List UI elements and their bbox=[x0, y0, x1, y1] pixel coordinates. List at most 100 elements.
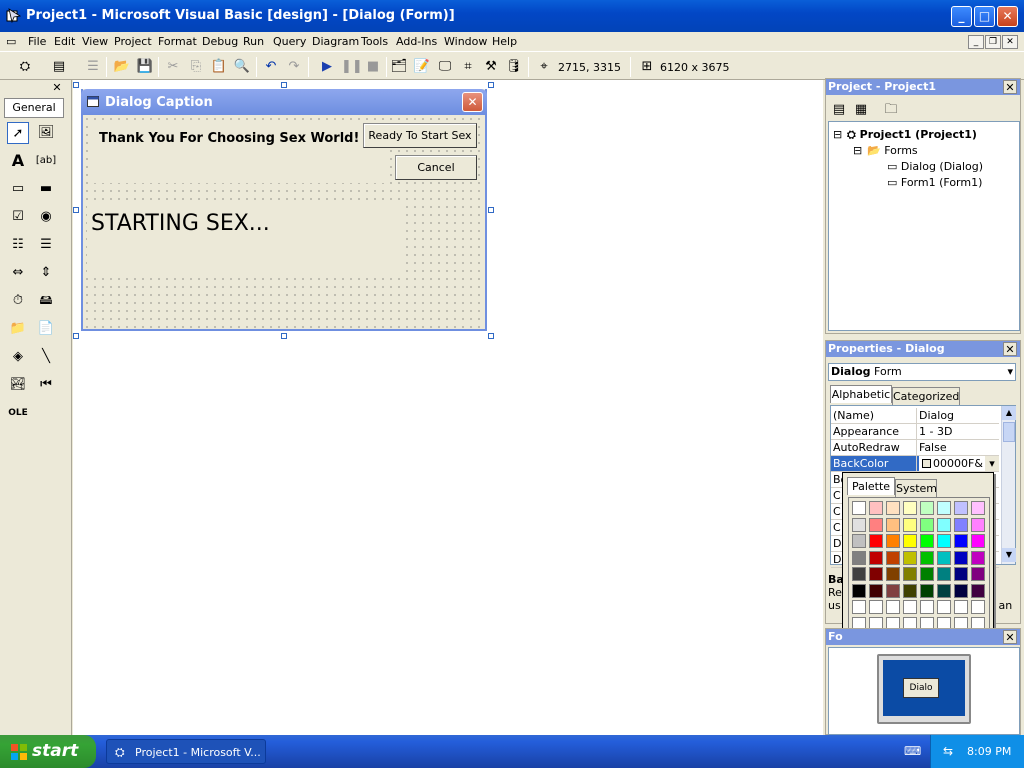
add-form-icon[interactable]: ▤ bbox=[50, 58, 68, 76]
color-swatch[interactable] bbox=[903, 550, 917, 565]
network-icon[interactable]: ⇆ bbox=[943, 744, 953, 758]
color-swatch[interactable] bbox=[971, 517, 985, 532]
scroll-thumb[interactable] bbox=[1003, 422, 1015, 442]
color-swatch[interactable] bbox=[954, 517, 968, 532]
menu-addins[interactable]: Add-Ins bbox=[396, 35, 437, 48]
close-button[interactable]: ✕ bbox=[997, 6, 1018, 27]
view-object-icon[interactable]: ▦ bbox=[852, 101, 870, 119]
dirlistbox-tool-icon[interactable]: 📁 bbox=[7, 318, 29, 340]
shape-tool-icon[interactable]: ◈ bbox=[7, 346, 29, 368]
color-swatch[interactable] bbox=[869, 501, 883, 515]
properties-scrollbar[interactable]: ▲ ▼ bbox=[1001, 406, 1016, 564]
color-swatch[interactable] bbox=[903, 567, 917, 581]
label-starting-container[interactable]: STARTING SEX... bbox=[87, 201, 405, 277]
color-swatch[interactable] bbox=[971, 534, 985, 548]
listbox-tool-icon[interactable]: ☰ bbox=[35, 234, 57, 256]
label-thanks-container[interactable]: Thank You For Choosing Sex World! bbox=[89, 125, 389, 183]
paste-icon[interactable]: 📋 bbox=[210, 58, 228, 76]
color-swatch[interactable] bbox=[903, 501, 917, 515]
image-tool-icon[interactable]: 🏞 bbox=[7, 374, 29, 396]
cancel-button[interactable]: Cancel bbox=[395, 155, 477, 180]
tree-collapse-icon[interactable]: ⊟ bbox=[833, 128, 842, 141]
resize-handle[interactable] bbox=[281, 82, 287, 88]
dropdown-arrow-icon[interactable]: ▾ bbox=[985, 456, 999, 471]
maximize-button[interactable]: □ bbox=[974, 6, 995, 27]
taskbar-item-vb[interactable]: ⛭ Project1 - Microsoft V... bbox=[106, 739, 266, 764]
add-project-icon[interactable]: ⛭ bbox=[16, 58, 34, 76]
color-swatch[interactable] bbox=[920, 600, 934, 614]
properties-panel-close-button[interactable]: ✕ bbox=[1003, 342, 1017, 356]
color-swatch[interactable] bbox=[852, 534, 866, 548]
color-swatch[interactable] bbox=[954, 534, 968, 548]
color-swatch[interactable] bbox=[937, 501, 951, 515]
tab-alphabetic[interactable]: Alphabetic bbox=[830, 385, 892, 403]
keyboard-icon[interactable]: ⌨ bbox=[904, 744, 921, 758]
menu-debug[interactable]: Debug bbox=[202, 35, 238, 48]
vscrollbar-tool-icon[interactable]: ⇕ bbox=[35, 262, 57, 284]
project-panel-close-button[interactable]: ✕ bbox=[1003, 80, 1017, 94]
color-swatch[interactable] bbox=[954, 583, 968, 598]
color-swatch[interactable] bbox=[903, 583, 917, 598]
color-swatch[interactable] bbox=[971, 567, 985, 581]
checkbox-tool-icon[interactable]: ☑ bbox=[7, 206, 29, 228]
menu-edit[interactable]: Edit bbox=[54, 35, 75, 48]
color-swatch[interactable] bbox=[937, 517, 951, 532]
dialog-form[interactable]: Dialog Caption ✕ Thank You For Choosing … bbox=[81, 89, 487, 331]
textbox-tool-icon[interactable]: [ab] bbox=[35, 150, 57, 172]
timer-tool-icon[interactable]: ⏱ bbox=[7, 290, 29, 312]
toolbox-close-button[interactable]: ✕ bbox=[51, 82, 63, 94]
object-browser-icon[interactable]: ⌗ bbox=[459, 58, 477, 76]
chevron-down-icon[interactable]: ▾ bbox=[1007, 364, 1013, 380]
label-tool-icon[interactable]: A bbox=[7, 150, 29, 172]
tree-project-root[interactable]: ⛭ Project1 (Project1) bbox=[847, 128, 977, 142]
color-swatch[interactable] bbox=[937, 600, 951, 614]
color-swatch[interactable] bbox=[886, 550, 900, 565]
color-swatch[interactable] bbox=[937, 567, 951, 581]
color-swatch[interactable] bbox=[869, 583, 883, 598]
optionbutton-tool-icon[interactable]: ◉ bbox=[35, 206, 57, 228]
undo-icon[interactable]: ↶ bbox=[262, 58, 280, 76]
color-swatch[interactable] bbox=[886, 600, 900, 614]
resize-handle[interactable] bbox=[488, 82, 494, 88]
menu-window[interactable]: Window bbox=[444, 35, 487, 48]
mdi-restore-button[interactable]: ❐ bbox=[985, 35, 1001, 49]
property-row[interactable]: (Name) Dialog bbox=[831, 408, 999, 424]
tree-collapse-icon[interactable]: ⊟ bbox=[853, 144, 862, 157]
minimize-button[interactable]: _ bbox=[951, 6, 972, 27]
toggle-folders-icon[interactable]: 🗀 bbox=[882, 101, 900, 119]
form-body[interactable]: Thank You For Choosing Sex World! STARTI… bbox=[83, 115, 485, 329]
color-swatch[interactable] bbox=[920, 501, 934, 515]
color-swatch[interactable] bbox=[869, 534, 883, 548]
menu-help[interactable]: Help bbox=[492, 35, 517, 48]
tree-form-dialog[interactable]: ▭ Dialog (Dialog) bbox=[887, 160, 983, 173]
end-icon[interactable]: ■ bbox=[364, 58, 382, 76]
commandbutton-tool-icon[interactable]: ▬ bbox=[35, 178, 57, 200]
color-swatch[interactable] bbox=[971, 550, 985, 565]
toolbox-general-tab[interactable]: General bbox=[4, 98, 64, 118]
menu-tools[interactable]: Tools bbox=[361, 35, 388, 48]
filelistbox-tool-icon[interactable]: 📄 bbox=[35, 318, 57, 340]
tab-palette[interactable]: Palette bbox=[847, 477, 895, 495]
resize-handle[interactable] bbox=[488, 207, 494, 213]
resize-handle[interactable] bbox=[281, 333, 287, 339]
mdi-minimize-button[interactable]: _ bbox=[968, 35, 984, 49]
color-swatch[interactable] bbox=[852, 550, 866, 565]
menu-file[interactable]: File bbox=[28, 35, 46, 48]
redo-icon[interactable]: ↷ bbox=[285, 58, 303, 76]
menu-view[interactable]: View bbox=[82, 35, 108, 48]
color-swatch[interactable] bbox=[937, 534, 951, 548]
color-swatch[interactable] bbox=[954, 501, 968, 515]
menu-query[interactable]: Query bbox=[273, 35, 306, 48]
form-close-button[interactable]: ✕ bbox=[462, 92, 483, 112]
color-swatch[interactable] bbox=[903, 517, 917, 532]
form-icon[interactable]: ▭ bbox=[6, 35, 16, 48]
color-swatch[interactable] bbox=[971, 600, 985, 614]
color-swatch[interactable] bbox=[937, 550, 951, 565]
ole-tool-icon[interactable]: OLE bbox=[7, 402, 29, 424]
data-view-icon[interactable]: 🛢 bbox=[505, 58, 523, 76]
color-swatch[interactable] bbox=[971, 583, 985, 598]
form-layout-icon[interactable]: 🖵 bbox=[436, 58, 454, 76]
clock[interactable]: 8:09 PM bbox=[967, 745, 1011, 758]
tab-system[interactable]: System bbox=[895, 479, 937, 497]
color-swatch[interactable] bbox=[886, 517, 900, 532]
